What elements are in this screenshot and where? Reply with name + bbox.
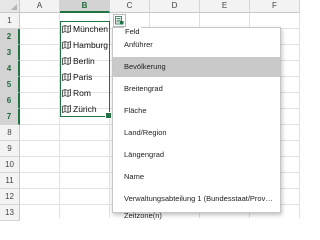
cell-value: München	[73, 24, 108, 34]
cell-b6[interactable]: Rom	[60, 85, 91, 101]
row-header-1[interactable]: 1	[0, 13, 20, 29]
geography-map-icon	[62, 73, 71, 81]
menu-item-flaeche[interactable]: Fläche	[113, 101, 280, 121]
geography-map-icon	[62, 25, 71, 33]
menu-item-verwaltungsabteilung[interactable]: Verwaltungsabteilung 1 (Bundesstaat/Prov…	[113, 189, 280, 209]
menu-item-bevoelkerung[interactable]: Bevölkerung	[113, 57, 280, 77]
column-header-b[interactable]: B	[60, 0, 110, 13]
row-header-13[interactable]: 13	[0, 205, 20, 221]
cell-value: Berlin	[73, 56, 95, 66]
cell-b2[interactable]: München	[60, 21, 108, 37]
row-header-11[interactable]: 11	[0, 173, 20, 189]
column-header-e[interactable]: E	[200, 0, 250, 13]
row-header-5[interactable]: 5	[0, 77, 20, 93]
row-header-12[interactable]: 12	[0, 189, 20, 205]
cell-b3[interactable]: Hamburg	[60, 37, 108, 53]
row-header-9[interactable]: 9	[0, 141, 20, 157]
row-header-3[interactable]: 3	[0, 45, 20, 61]
cell-b7[interactable]: Zürich	[60, 101, 97, 117]
geography-map-icon	[62, 57, 71, 65]
cell-value: Zürich	[73, 104, 97, 114]
row-header-8[interactable]: 8	[0, 125, 20, 141]
row-header-7[interactable]: 7	[0, 109, 20, 125]
row-header-6[interactable]: 6	[0, 93, 20, 109]
menu-item-laengengrad[interactable]: Längengrad	[113, 145, 280, 165]
column-header-d[interactable]: D	[150, 0, 200, 13]
insert-data-button[interactable]	[113, 14, 126, 27]
menu-item-breitengrad[interactable]: Breitengrad	[113, 79, 280, 99]
column-header-a[interactable]: A	[20, 0, 60, 13]
geography-map-icon	[62, 105, 71, 113]
menu-item-land-region[interactable]: Land/Region	[113, 123, 280, 143]
select-all-corner[interactable]	[0, 0, 20, 13]
row-header-10[interactable]: 10	[0, 157, 20, 173]
select-all-triangle-icon	[11, 4, 17, 10]
row-header-2[interactable]: 2	[0, 29, 20, 45]
field-menu: Feld Anführer Bevölkerung Breitengrad Fl…	[112, 27, 281, 220]
cell-b4[interactable]: Berlin	[60, 53, 95, 69]
cell-value: Paris	[73, 72, 93, 82]
column-header-c[interactable]: C	[110, 0, 150, 13]
gridline	[109, 13, 110, 218]
gridline	[299, 13, 300, 218]
menu-item-anfuehrer[interactable]: Anführer	[113, 35, 280, 55]
geography-map-icon	[62, 89, 71, 97]
row-header-4[interactable]: 4	[0, 61, 20, 77]
cell-value: Hamburg	[73, 40, 108, 50]
menu-item-zeitzone[interactable]: Zeitzone(n)	[113, 208, 280, 226]
geography-map-icon	[62, 41, 71, 49]
insert-data-icon	[115, 16, 124, 25]
cell-b5[interactable]: Paris	[60, 69, 92, 85]
menu-item-name[interactable]: Name	[113, 167, 280, 187]
cell-value: Rom	[73, 88, 91, 98]
column-header-f[interactable]: F	[250, 0, 300, 13]
